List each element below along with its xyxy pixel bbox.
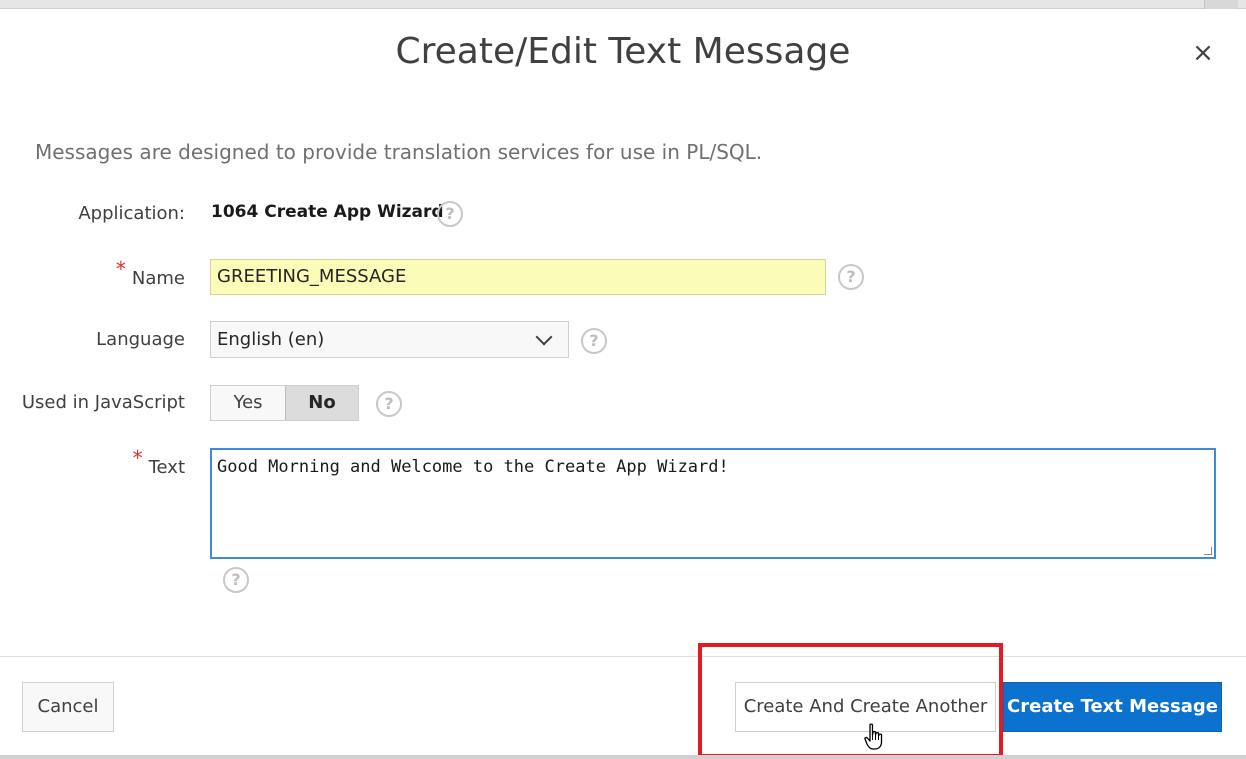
annotation-highlight-box: [698, 643, 1003, 758]
name-label-group: * Name: [116, 257, 185, 291]
name-input[interactable]: GREETING_MESSAGE: [210, 259, 826, 295]
toggle-no[interactable]: No: [285, 386, 358, 420]
footer-divider: [0, 656, 1246, 657]
text-value: Good Morning and Welcome to the Create A…: [217, 457, 729, 477]
language-selected-value: English (en): [217, 329, 325, 350]
help-icon[interactable]: ?: [838, 264, 864, 290]
text-textarea[interactable]: Good Morning and Welcome to the Create A…: [210, 448, 1216, 559]
name-label: Name: [131, 268, 185, 289]
resize-handle[interactable]: [1204, 547, 1212, 555]
close-icon[interactable]: ×: [1188, 38, 1218, 68]
window-bottom-edge: [0, 755, 1246, 759]
help-icon[interactable]: ?: [223, 567, 249, 593]
application-label: Application:: [78, 203, 185, 224]
intro-text: Messages are designed to provide transla…: [35, 140, 763, 164]
help-icon[interactable]: ?: [437, 201, 463, 227]
required-marker: *: [132, 446, 143, 470]
hand-pointer-icon: [864, 723, 883, 750]
dialog-title: Create/Edit Text Message: [395, 31, 851, 72]
chevron-down-icon: [535, 328, 553, 346]
required-marker: *: [115, 257, 126, 281]
toggle-yes[interactable]: Yes: [211, 386, 285, 420]
language-select[interactable]: English (en): [210, 321, 569, 358]
text-label-group: * Text: [133, 446, 185, 480]
used-in-javascript-toggle[interactable]: Yes No: [210, 385, 359, 421]
help-icon[interactable]: ?: [376, 391, 402, 417]
window-top-strip: [0, 0, 1246, 9]
application-value: 1064 Create App Wizard: [211, 202, 444, 222]
cancel-button[interactable]: Cancel: [22, 682, 114, 732]
language-label: Language: [96, 329, 185, 350]
used-in-javascript-label: Used in JavaScript: [21, 392, 185, 413]
create-text-message-button[interactable]: Create Text Message: [1003, 682, 1222, 732]
help-icon[interactable]: ?: [581, 328, 607, 354]
text-label: Text: [148, 457, 185, 478]
scrollbar-stub[interactable]: [1204, 0, 1238, 9]
